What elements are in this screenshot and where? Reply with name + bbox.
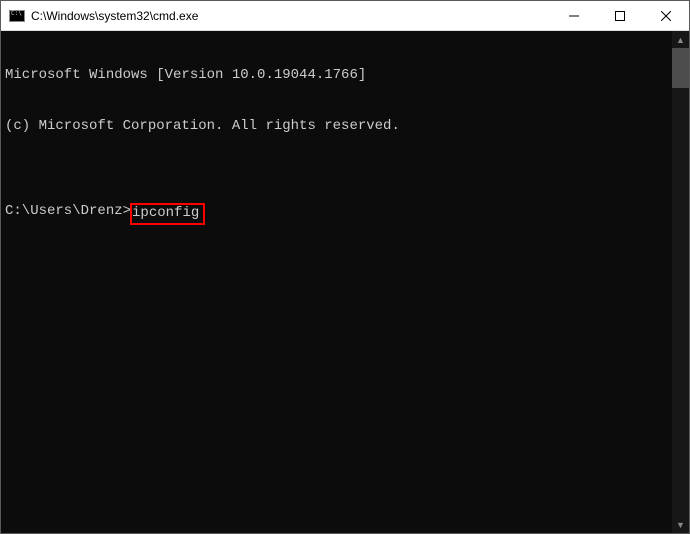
scroll-down-arrow-icon[interactable]: ▼: [672, 516, 689, 533]
close-icon: [661, 11, 671, 21]
cmd-icon: [9, 10, 25, 22]
version-line: Microsoft Windows [Version 10.0.19044.17…: [5, 67, 668, 84]
minimize-button[interactable]: [551, 1, 597, 30]
window-title: C:\Windows\system32\cmd.exe: [31, 9, 551, 23]
close-button[interactable]: [643, 1, 689, 30]
command-text: ipconfig: [132, 205, 199, 221]
content-area: Microsoft Windows [Version 10.0.19044.17…: [1, 31, 689, 533]
copyright-line: (c) Microsoft Corporation. All rights re…: [5, 118, 668, 135]
vertical-scrollbar[interactable]: ▲ ▼: [672, 31, 689, 533]
scroll-thumb[interactable]: [672, 48, 689, 88]
prompt-text: C:\Users\Drenz>: [5, 203, 131, 220]
titlebar[interactable]: C:\Windows\system32\cmd.exe: [1, 1, 689, 31]
window-controls: [551, 1, 689, 30]
terminal-output[interactable]: Microsoft Windows [Version 10.0.19044.17…: [1, 31, 672, 533]
maximize-icon: [615, 11, 625, 21]
command-highlight: ipconfig: [130, 203, 205, 225]
cmd-window: C:\Windows\system32\cmd.exe Microsoft Wi…: [0, 0, 690, 534]
scroll-track[interactable]: [672, 88, 689, 516]
minimize-icon: [569, 11, 579, 21]
prompt-line: C:\Users\Drenz>ipconfig: [5, 203, 668, 225]
scroll-up-arrow-icon[interactable]: ▲: [672, 31, 689, 48]
maximize-button[interactable]: [597, 1, 643, 30]
